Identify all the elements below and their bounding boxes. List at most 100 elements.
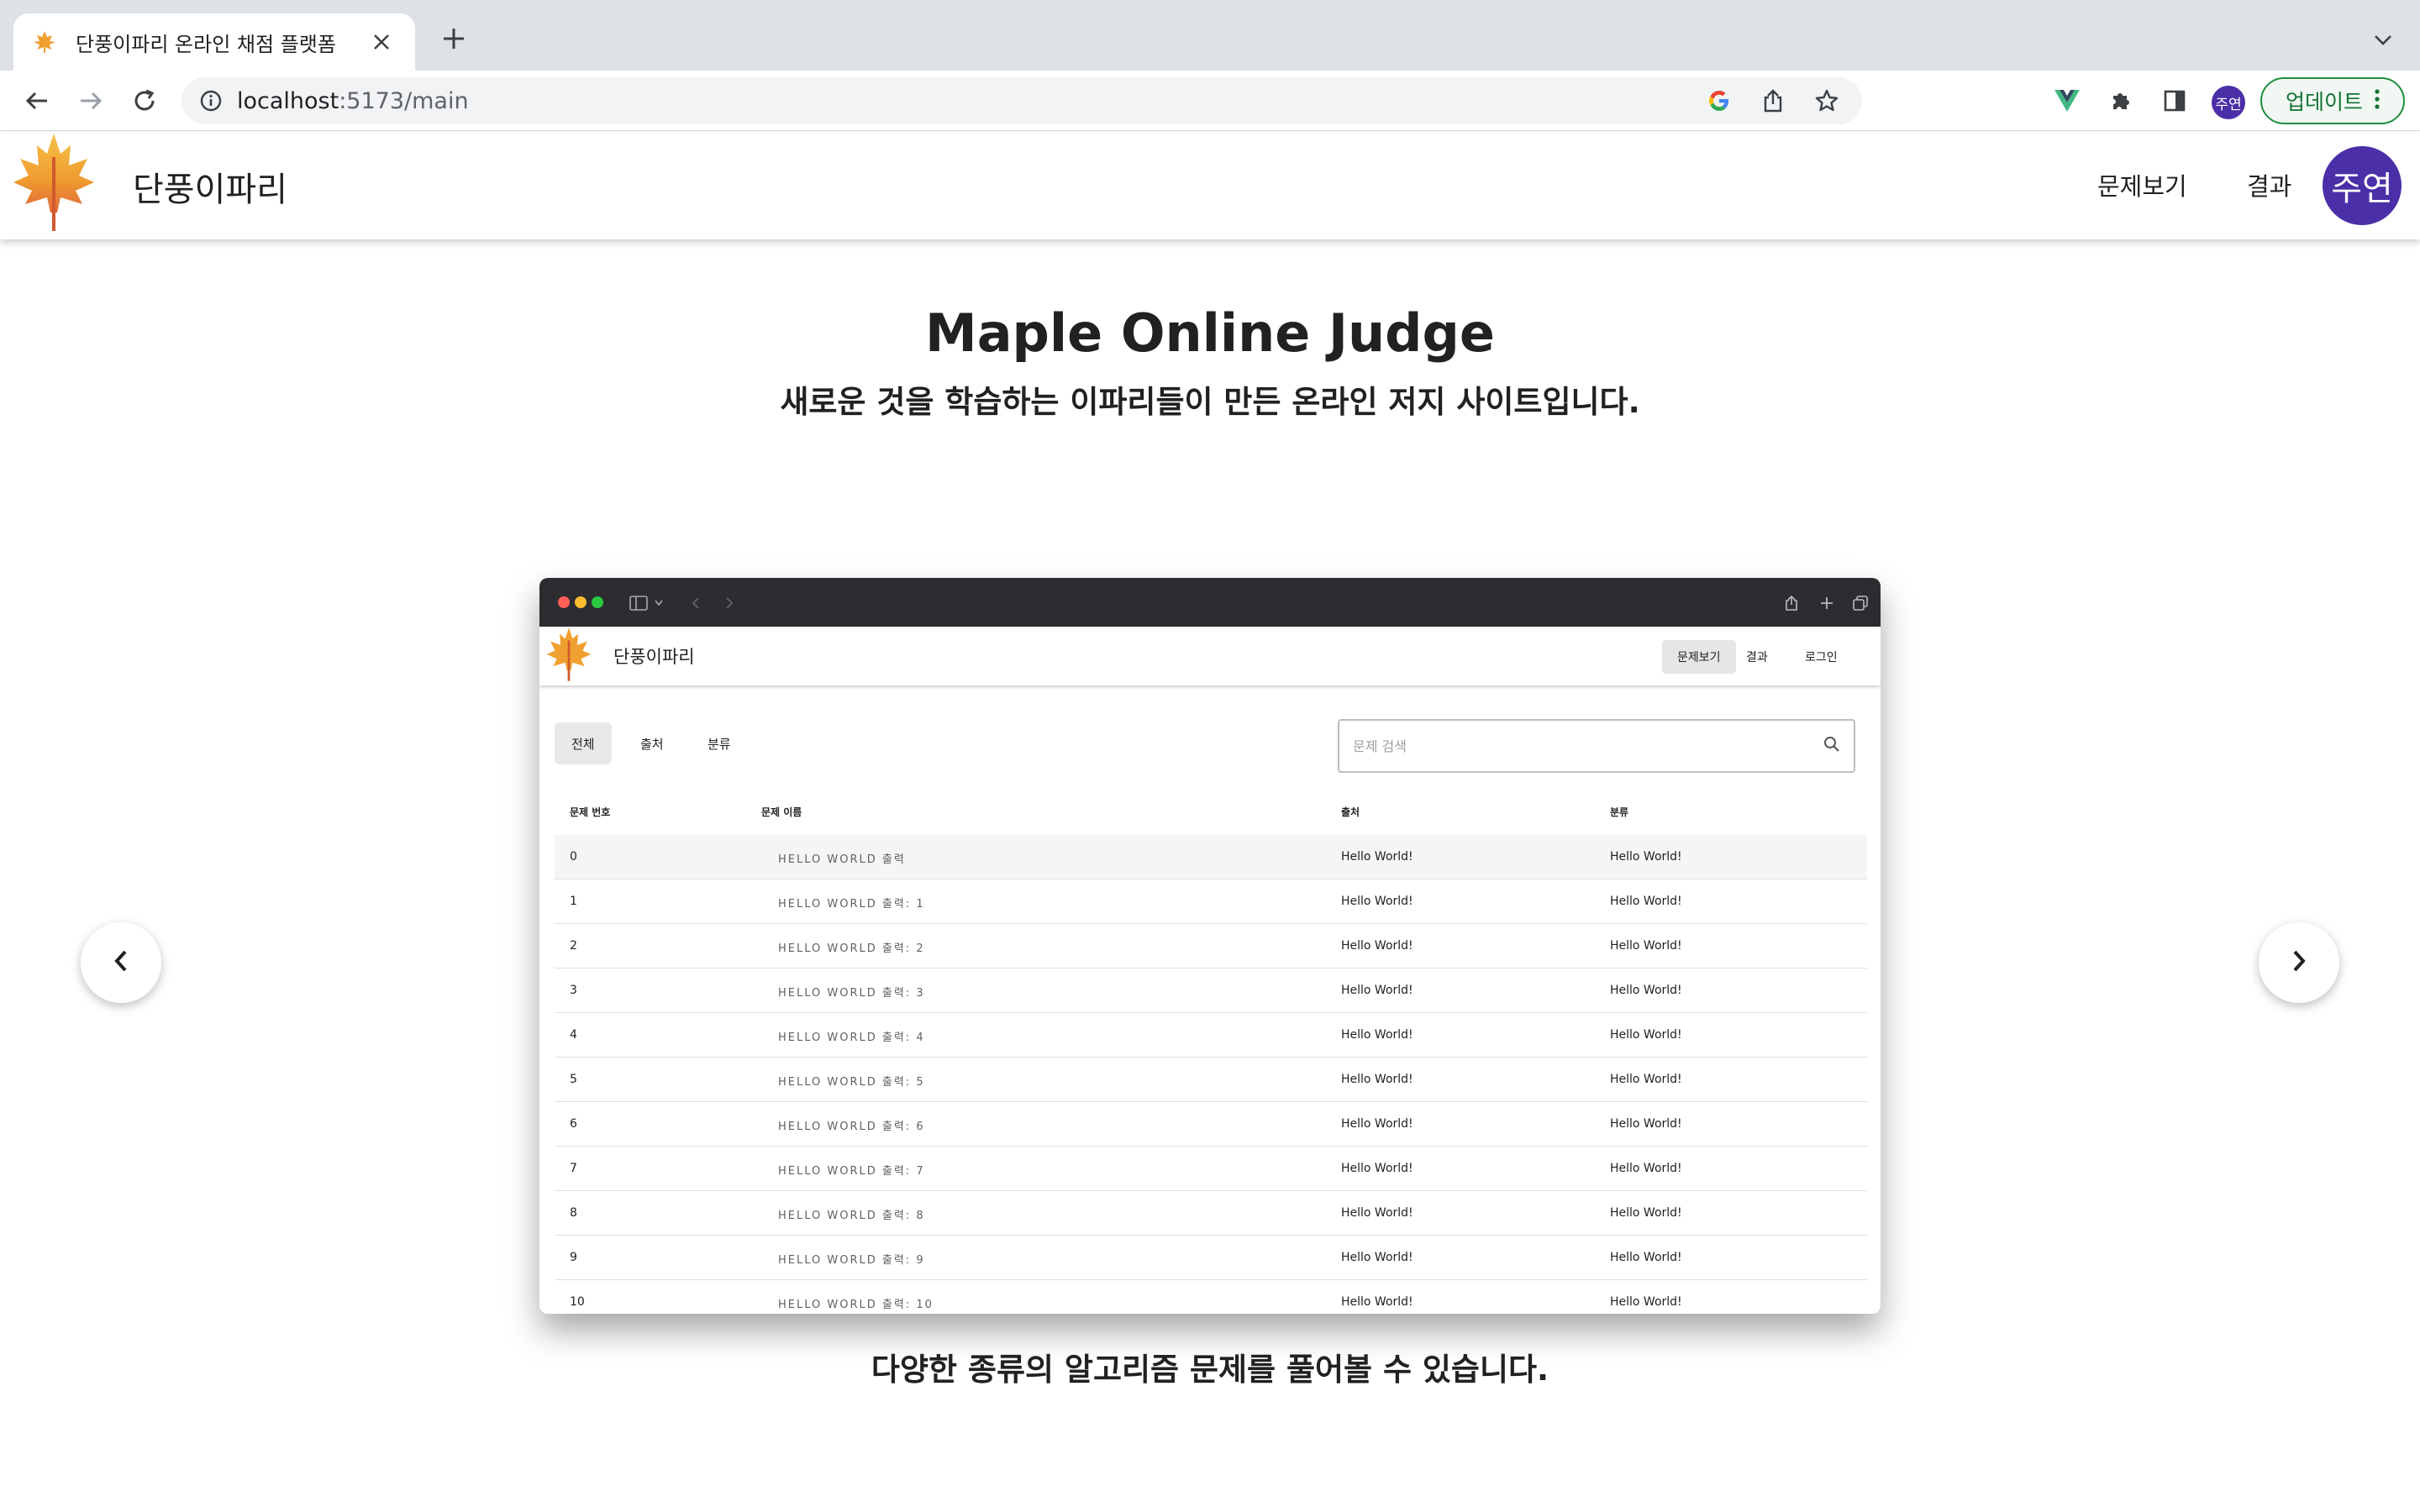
table-row: 10 HELLO WORLD 출력: 10 Hello World! Hello…	[555, 1280, 1867, 1314]
window-minimize-dot	[575, 596, 587, 608]
site-header: 단풍이파리 문제보기 결과 주연	[0, 132, 2420, 239]
browser-toolbar: localhost:5173/main 주연 업데이트	[0, 71, 2420, 131]
cell-source: Hello World!	[1341, 939, 1413, 953]
more-vertical-icon	[2375, 88, 2380, 114]
cell-id: 7	[570, 1162, 577, 1175]
share-icon[interactable]	[1754, 82, 1791, 119]
cell-category: Hello World!	[1610, 850, 1682, 864]
reload-icon[interactable]	[126, 82, 163, 119]
plus-icon	[1815, 591, 1839, 615]
site-name[interactable]: 단풍이파리	[133, 162, 287, 211]
close-tab-icon[interactable]	[366, 27, 397, 57]
cell-title: HELLO WORLD 출력: 1	[778, 898, 925, 911]
table-row: 1 HELLO WORLD 출력: 1 Hello World! Hello W…	[555, 879, 1867, 924]
maple-leaf-logo[interactable]	[12, 132, 96, 236]
cell-title: HELLO WORLD 출력: 4	[778, 1032, 925, 1044]
cell-id: 0	[570, 850, 577, 864]
cell-title: HELLO WORLD 출력	[778, 853, 906, 866]
carousel-prev-button[interactable]	[81, 922, 161, 1003]
carousel-next-button[interactable]	[2259, 922, 2339, 1003]
table-row: 9 HELLO WORLD 출력: 9 Hello World! Hello W…	[555, 1236, 1867, 1280]
update-label: 업데이트	[2285, 90, 2363, 114]
hero-title: Maple Online Judge	[925, 302, 1495, 364]
url-text: localhost:5173/main	[237, 88, 1684, 114]
cell-id: 8	[570, 1206, 577, 1220]
preview-search-box	[1338, 719, 1855, 773]
maple-leaf-icon	[32, 29, 57, 55]
nav-problems[interactable]: 문제보기	[2097, 167, 2187, 202]
back-icon	[684, 591, 708, 615]
chevron-right-icon	[2289, 948, 2309, 977]
tab-search-chevron-icon[interactable]	[2368, 25, 2398, 55]
extensions-puzzle-icon[interactable]	[2102, 82, 2139, 119]
cell-title: HELLO WORLD 출력: 8	[778, 1210, 925, 1222]
cell-id: 3	[570, 984, 577, 997]
cell-category: Hello World!	[1610, 1295, 1682, 1309]
preview-filter-all: 전체	[555, 722, 612, 764]
address-bar[interactable]: localhost:5173/main	[182, 77, 1862, 124]
hero-subtitle: 새로운 것을 학습하는 이파리들이 만든 온라인 저지 사이트입니다.	[780, 384, 1640, 420]
url-host: localhost	[237, 87, 339, 114]
cell-source: Hello World!	[1341, 850, 1413, 864]
new-tab-button[interactable]	[435, 20, 472, 57]
maple-leaf-logo	[544, 627, 593, 684]
cell-source: Hello World!	[1341, 1251, 1413, 1264]
cell-source: Hello World!	[1341, 1162, 1413, 1175]
cell-category: Hello World!	[1610, 984, 1682, 997]
cell-category: Hello World!	[1610, 895, 1682, 908]
preview-nav-login: 로그인	[1805, 651, 1838, 664]
share-icon	[1780, 591, 1803, 615]
cell-source: Hello World!	[1341, 1295, 1413, 1309]
cell-source: Hello World!	[1341, 895, 1413, 908]
table-row: 0 HELLO WORLD 출력 Hello World! Hello Worl…	[555, 835, 1867, 879]
table-row: 7 HELLO WORLD 출력: 7 Hello World! Hello W…	[555, 1147, 1867, 1191]
cell-title: HELLO WORLD 출력: 6	[778, 1121, 925, 1133]
arrow-left-icon[interactable]	[18, 82, 55, 119]
cell-category: Hello World!	[1610, 1206, 1682, 1220]
update-button[interactable]: 업데이트	[2260, 77, 2405, 124]
table-row: 2 HELLO WORLD 출력: 2 Hello World! Hello W…	[555, 924, 1867, 969]
cell-id: 6	[570, 1117, 577, 1131]
cell-id: 1	[570, 895, 577, 908]
vue-devtools-icon[interactable]	[2049, 82, 2086, 119]
column-header-id: 문제 번호	[570, 806, 611, 818]
nav-results[interactable]: 결과	[2247, 167, 2291, 202]
cell-source: Hello World!	[1341, 1117, 1413, 1131]
tabs-overview-icon	[1849, 591, 1872, 615]
column-header-title: 문제 이름	[761, 806, 802, 818]
bookmark-star-icon[interactable]	[1808, 82, 1845, 119]
cell-id: 2	[570, 939, 577, 953]
preview-nav-problems: 문제보기	[1662, 640, 1736, 674]
preview-window-titlebar	[539, 578, 1881, 627]
window-zoom-dot	[592, 596, 603, 608]
side-panel-icon[interactable]	[2156, 82, 2193, 119]
preview-filter-source: 출처	[640, 736, 664, 752]
cell-category: Hello World!	[1610, 939, 1682, 953]
cell-id: 5	[570, 1073, 577, 1086]
preview-site-header: 단풍이파리 문제보기 결과 로그인	[539, 627, 1881, 685]
cell-source: Hello World!	[1341, 1206, 1413, 1220]
google-icon[interactable]	[1701, 82, 1738, 119]
preview-site-name: 단풍이파리	[613, 647, 695, 667]
slide-caption: 다양한 종류의 알고리즘 문제를 풀어볼 수 있습니다.	[871, 1352, 1549, 1388]
forward-icon	[718, 591, 741, 615]
chevron-down-icon	[647, 591, 671, 615]
preview-problem-table: 0 HELLO WORLD 출력 Hello World! Hello Worl…	[555, 835, 1867, 1314]
cell-category: Hello World!	[1610, 1028, 1682, 1042]
browser-tab[interactable]: 단풍이파리 온라인 채점 플랫폼	[13, 13, 415, 71]
arrow-right-icon[interactable]	[72, 82, 109, 119]
column-header-source: 출처	[1341, 806, 1360, 818]
browser-profile-avatar[interactable]: 주연	[2212, 86, 2245, 119]
carousel-slide-preview: 단풍이파리 문제보기 결과 로그인 전체 출처 분류 문제 번호 문제 이름 출…	[539, 578, 1881, 1314]
site-info-icon[interactable]	[198, 88, 224, 113]
cell-source: Hello World!	[1341, 1073, 1413, 1086]
preview-search-input	[1353, 738, 1823, 754]
cell-id: 4	[570, 1028, 577, 1042]
user-avatar[interactable]: 주연	[2323, 146, 2402, 225]
table-row: 6 HELLO WORLD 출력: 6 Hello World! Hello W…	[555, 1102, 1867, 1147]
tab-title: 단풍이파리 온라인 채점 플랫폼	[76, 32, 336, 56]
preview-nav-results: 결과	[1746, 651, 1768, 664]
cell-id: 10	[570, 1295, 585, 1309]
cell-title: HELLO WORLD 출력: 2	[778, 942, 925, 955]
cell-title: HELLO WORLD 출력: 5	[778, 1076, 925, 1089]
